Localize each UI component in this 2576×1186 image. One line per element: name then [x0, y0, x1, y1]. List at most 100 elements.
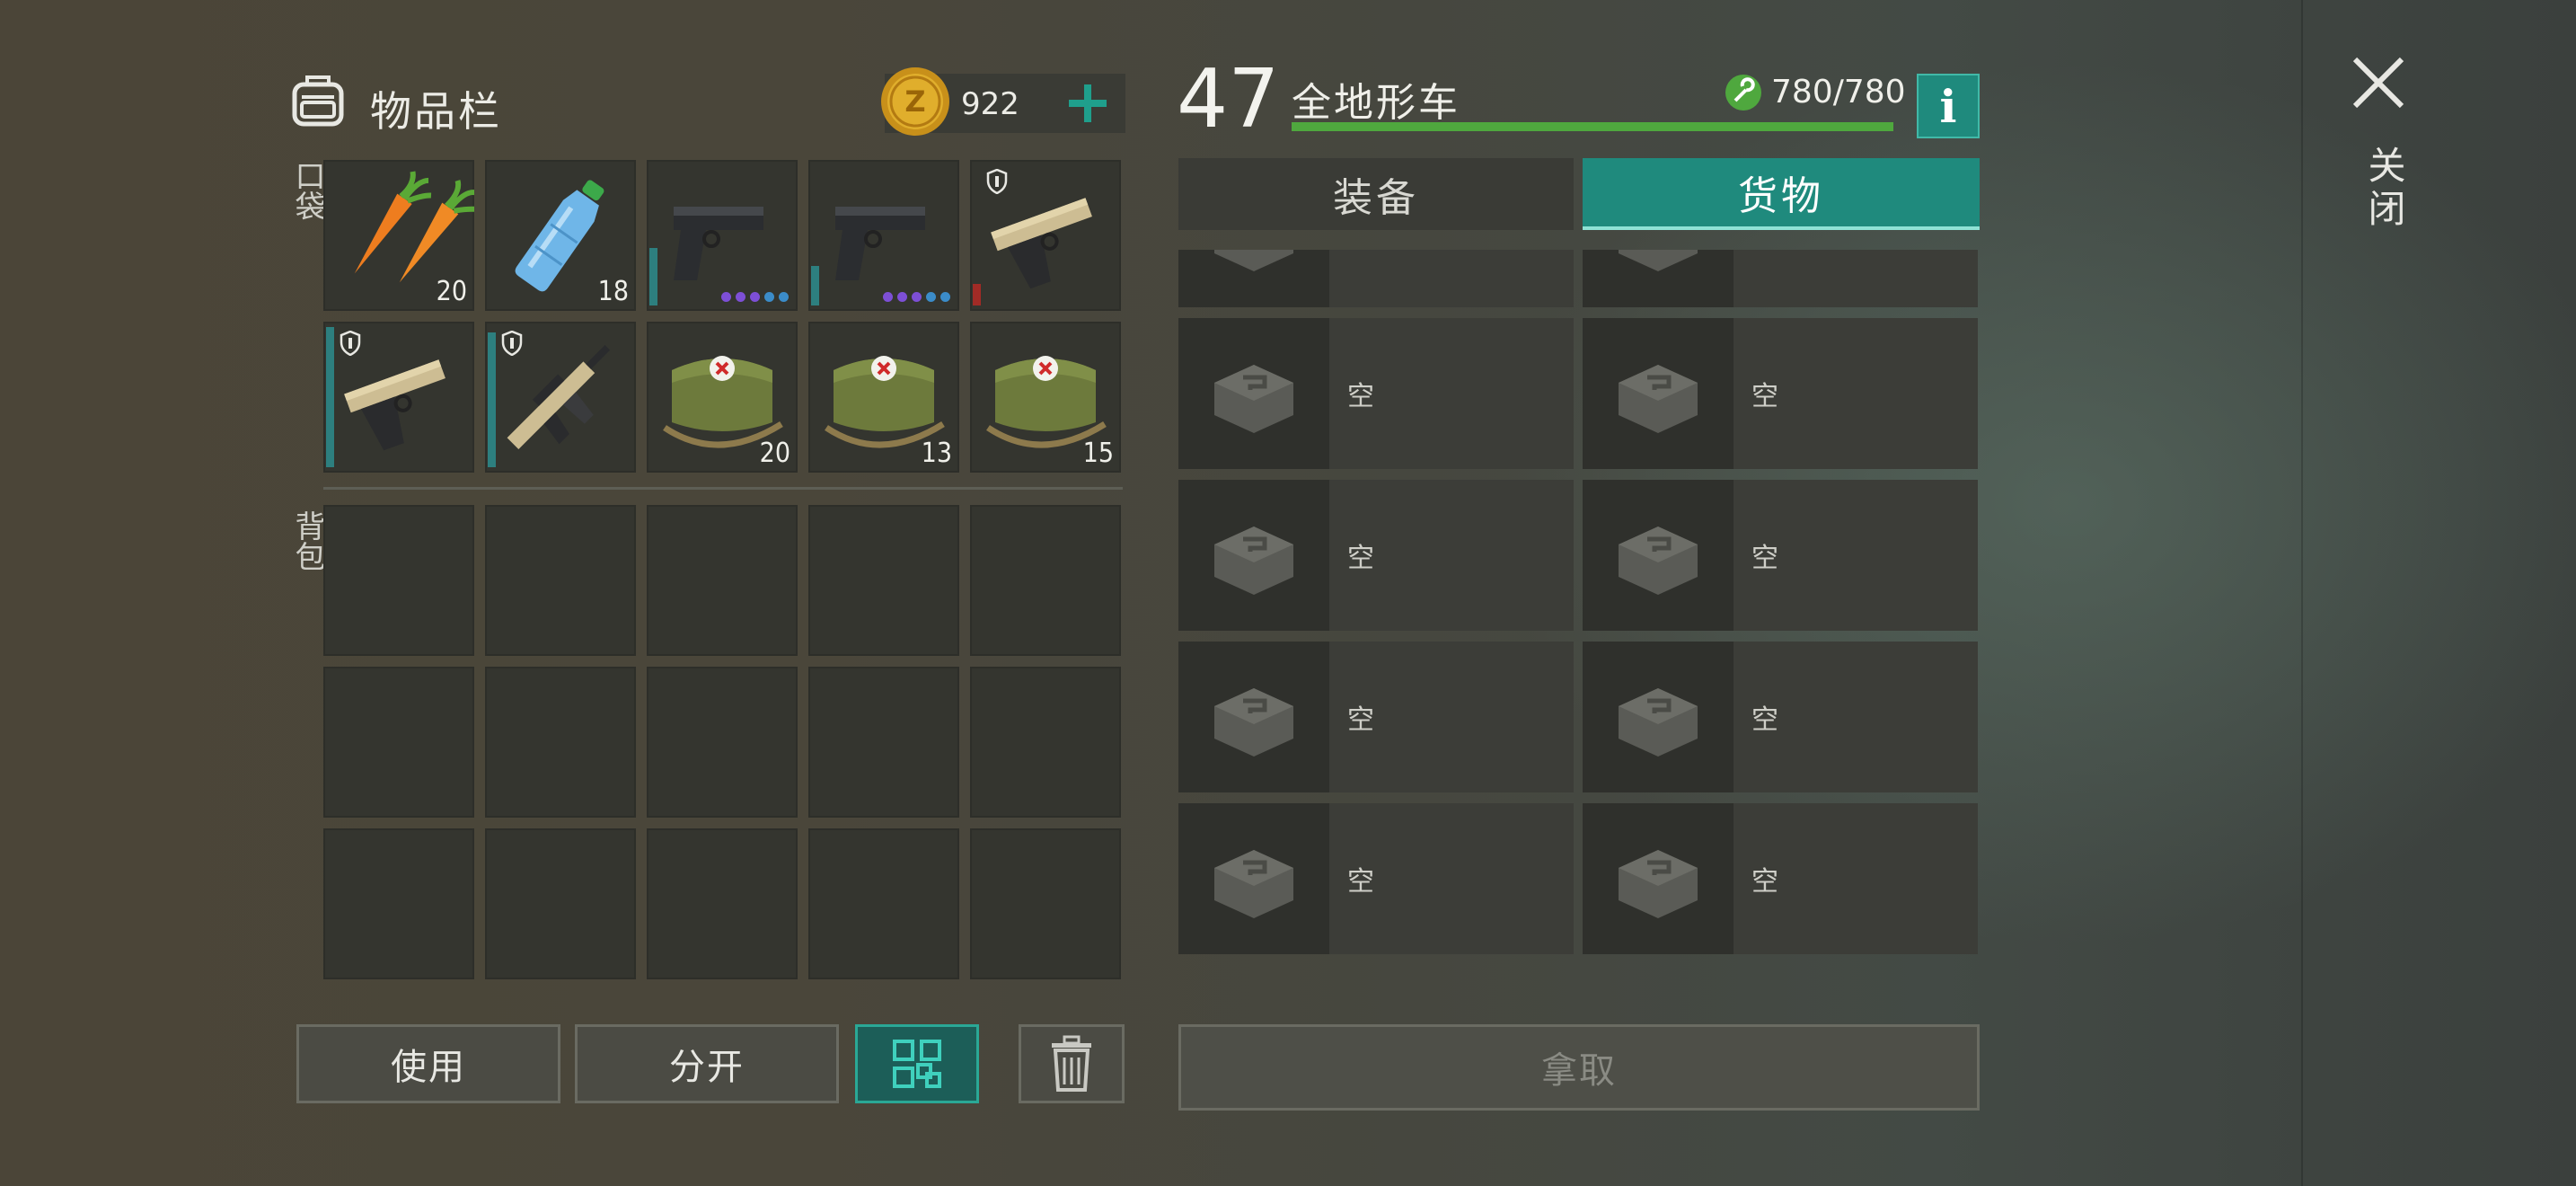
cargo-list[interactable]: 空 空 空 空 空 空 空 空	[1178, 250, 1980, 956]
shield-icon	[501, 331, 523, 356]
sort-button[interactable]	[855, 1024, 979, 1103]
backpack-slot[interactable]	[970, 667, 1121, 818]
backpack-slot[interactable]	[647, 667, 798, 818]
rarity-dot	[926, 292, 936, 302]
item-count: 15	[1082, 438, 1114, 469]
cargo-slot[interactable]	[1178, 250, 1574, 307]
backpack-slot[interactable]	[323, 505, 474, 656]
coin-icon: Z	[878, 65, 952, 138]
crate-icon	[1214, 250, 1293, 271]
crate-icon	[1214, 365, 1293, 433]
slot-icon-area	[1583, 318, 1734, 469]
rarity-dot	[912, 292, 922, 302]
tab-equipment-label: 装备	[1333, 175, 1419, 221]
crate-icon	[1619, 250, 1698, 271]
slot-empty-label: 空	[1751, 543, 1778, 574]
cargo-slot[interactable]: 空	[1583, 318, 1978, 469]
rarity-dot	[750, 292, 760, 302]
info-button[interactable]: i	[1917, 74, 1980, 138]
crate-icon	[1619, 688, 1698, 757]
svg-text:Z: Z	[904, 84, 925, 119]
item-count: 20	[759, 438, 790, 469]
pocket-slot-medkit[interactable]: 13	[808, 322, 959, 473]
trash-icon	[1052, 1035, 1091, 1092]
delete-button[interactable]	[1019, 1024, 1125, 1103]
pocket-slot-medkit[interactable]: 15	[970, 322, 1121, 473]
durability-bar	[811, 266, 819, 305]
slot-empty-label: 空	[1751, 381, 1778, 412]
backpack-slot[interactable]	[808, 505, 959, 656]
pocket-slot-pistol[interactable]	[647, 160, 798, 311]
cargo-slot[interactable]	[1583, 250, 1978, 307]
right-edge-divider	[2301, 0, 2303, 1186]
pocket-slot-pistol[interactable]	[808, 160, 959, 311]
cargo-slot[interactable]: 空	[1178, 480, 1574, 631]
tab-cargo[interactable]: 货物	[1583, 158, 1980, 230]
tab-equipment[interactable]: 装备	[1178, 158, 1574, 230]
cargo-slot[interactable]: 空	[1178, 803, 1574, 954]
slot-empty-label: 空	[1347, 381, 1374, 412]
durability-fill	[1292, 122, 1893, 131]
slot-empty-label: 空	[1347, 704, 1374, 736]
backpack-slot[interactable]	[647, 828, 798, 979]
slot-empty-label: 空	[1751, 704, 1778, 736]
cargo-slot[interactable]: 空	[1178, 642, 1574, 792]
item-count: 13	[921, 438, 952, 469]
backpack-slot[interactable]	[970, 828, 1121, 979]
rarity-dots	[883, 292, 950, 302]
cargo-slot[interactable]: 空	[1583, 803, 1978, 954]
pocket-slot-desert-pistol[interactable]	[970, 160, 1121, 311]
use-button[interactable]: 使用	[296, 1024, 560, 1103]
slot-icon-area	[1583, 642, 1734, 792]
backpack-slot[interactable]	[970, 505, 1121, 656]
vehicle-level: 47	[1177, 52, 1280, 146]
grid-icon	[893, 1040, 941, 1088]
rarity-dot	[940, 292, 950, 302]
cargo-slot[interactable]: 空	[1583, 642, 1978, 792]
durability-bar	[326, 327, 334, 467]
take-button[interactable]: 拿取	[1178, 1024, 1980, 1111]
vehicle-name: 全地形车	[1292, 80, 1460, 126]
rarity-dot	[764, 292, 774, 302]
shield-icon	[986, 169, 1008, 194]
inventory-title: 物品栏	[370, 87, 502, 136]
item-count: 20	[436, 276, 467, 307]
split-button[interactable]: 分开	[575, 1024, 839, 1103]
crate-icon	[1214, 527, 1293, 595]
backpack-icon	[286, 66, 350, 131]
tab-cargo-label: 货物	[1738, 173, 1824, 219]
backpack-slot[interactable]	[808, 667, 959, 818]
pocket-slot-assault-rifle[interactable]	[485, 322, 636, 473]
info-icon: i	[1939, 79, 1957, 133]
cargo-slot[interactable]: 空	[1583, 480, 1978, 631]
crate-icon	[1619, 527, 1698, 595]
slot-icon-area	[1178, 318, 1329, 469]
pocket-slot-carrot[interactable]: 20	[323, 160, 478, 311]
backpack-slot[interactable]	[647, 505, 798, 656]
shield-icon	[340, 331, 361, 356]
slot-icon-area	[1178, 803, 1329, 954]
cargo-slot[interactable]: 空	[1178, 318, 1574, 469]
pistol-icon	[674, 207, 763, 280]
close-label[interactable]: 关闭	[2357, 146, 2412, 232]
backpack-slot[interactable]	[485, 667, 636, 818]
durability-bar	[488, 332, 496, 467]
durability-bar	[649, 248, 657, 305]
backpack-slot[interactable]	[323, 828, 474, 979]
crate-icon	[1619, 365, 1698, 433]
close-icon	[2352, 57, 2404, 109]
coin-count: 922	[961, 86, 1019, 122]
crate-icon	[1214, 850, 1293, 918]
add-coins-button[interactable]	[1060, 75, 1116, 131]
slot-icon-area	[1583, 250, 1734, 307]
pocket-slot-water-bottle[interactable]: 18	[485, 160, 636, 311]
rarity-dot	[883, 292, 893, 302]
backpack-slot[interactable]	[485, 828, 636, 979]
close-button[interactable]	[2344, 49, 2413, 117]
backpack-slot[interactable]	[808, 828, 959, 979]
slot-icon-area	[1178, 480, 1329, 631]
backpack-slot[interactable]	[485, 505, 636, 656]
backpack-slot[interactable]	[323, 667, 474, 818]
pocket-slot-medkit[interactable]: 20	[647, 322, 798, 473]
pocket-slot-desert-pistol[interactable]	[323, 322, 474, 473]
